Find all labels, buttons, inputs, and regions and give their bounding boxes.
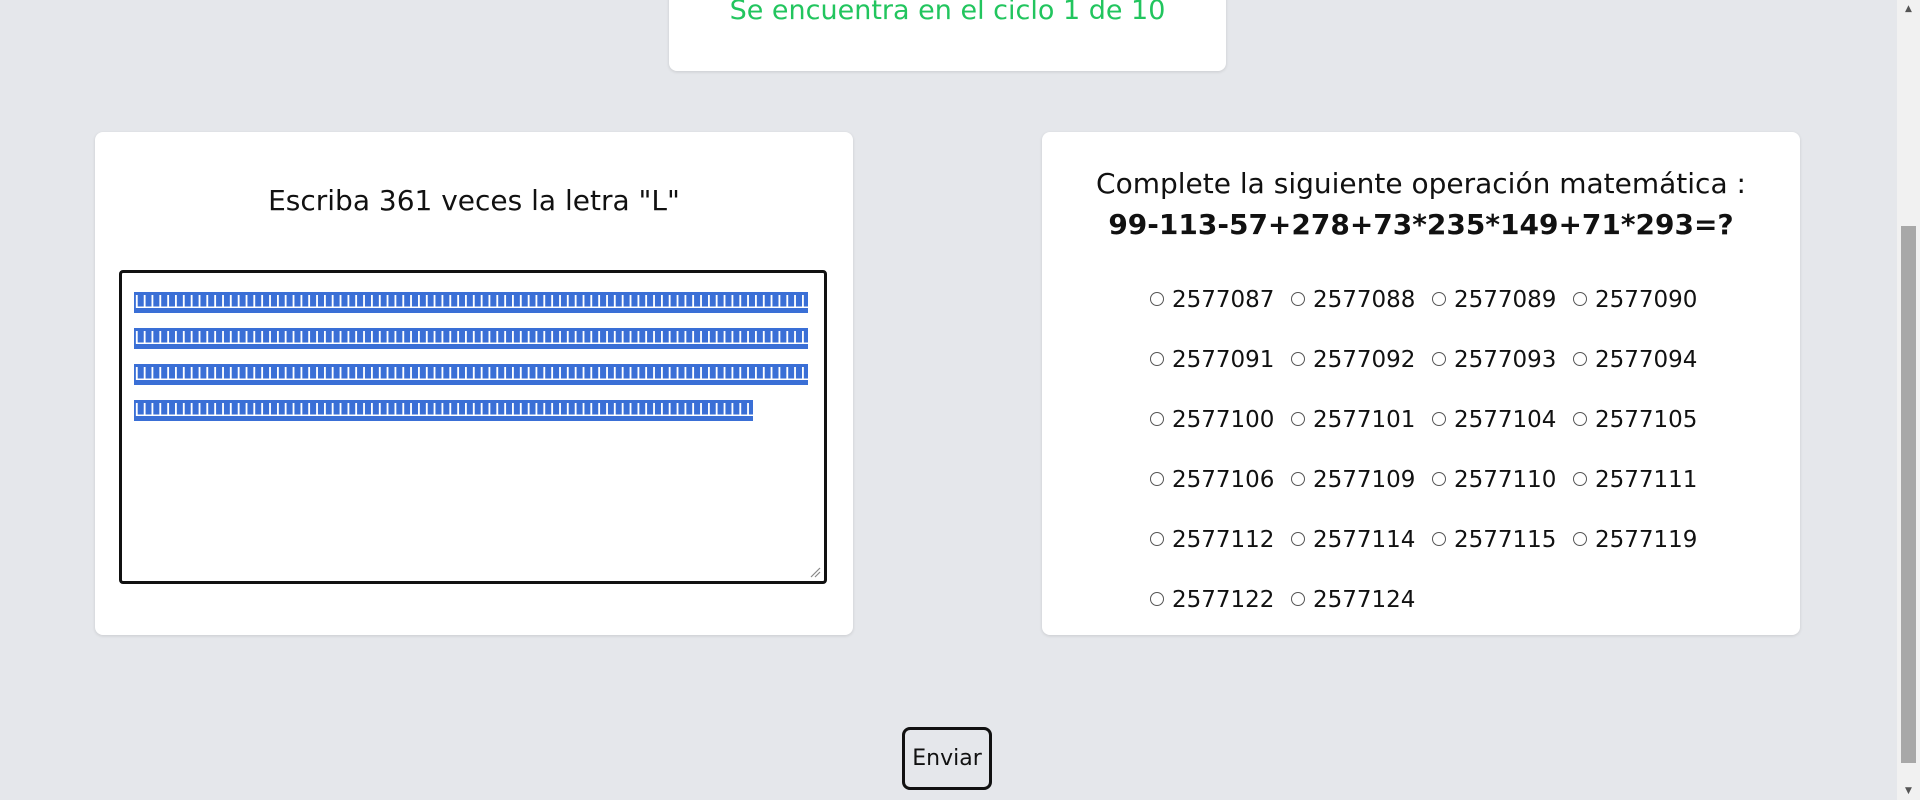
- answer-option[interactable]: 2577124: [1291, 570, 1432, 630]
- answer-option[interactable]: 2577115: [1432, 510, 1573, 570]
- answer-option[interactable]: 2577106: [1150, 450, 1291, 510]
- radio-button[interactable]: [1432, 411, 1446, 426]
- answer-option-label: 2577100: [1172, 407, 1275, 433]
- scroll-thumb[interactable]: [1901, 226, 1916, 763]
- answer-option-label: 2577124: [1313, 587, 1416, 613]
- answer-option-label: 2577110: [1454, 467, 1557, 493]
- vertical-scrollbar[interactable]: ▲ ▼: [1897, 0, 1920, 800]
- answer-option[interactable]: 2577104: [1432, 390, 1573, 450]
- letters-textarea[interactable]: LLLLLLLLLLLLLLLLLLLLLLLLLLLLLLLLLLLLLLLL…: [119, 270, 827, 584]
- answer-option[interactable]: 2577105: [1573, 390, 1714, 450]
- radio-button[interactable]: [1291, 471, 1305, 486]
- radio-button[interactable]: [1150, 471, 1164, 486]
- answer-option[interactable]: 2577092: [1291, 330, 1432, 390]
- answer-option[interactable]: 2577101: [1291, 390, 1432, 450]
- typing-task-card: Escriba 361 veces la letra "L" LLLLLLLLL…: [95, 132, 853, 635]
- radio-button[interactable]: [1291, 411, 1305, 426]
- submit-button[interactable]: Enviar: [902, 727, 992, 790]
- answer-option[interactable]: 2577119: [1573, 510, 1714, 570]
- radio-button[interactable]: [1150, 531, 1164, 546]
- answer-option-label: 2577111: [1595, 467, 1698, 493]
- answer-option[interactable]: 2577093: [1432, 330, 1573, 390]
- answer-option-label: 2577090: [1595, 287, 1698, 313]
- answer-option[interactable]: 2577100: [1150, 390, 1291, 450]
- typing-instruction: Escriba 361 veces la letra "L": [268, 184, 680, 217]
- textarea-text[interactable]: LLLLLLLLLLLLLLLLLLLLLLLLLLLLLLLLLLLLLLLL…: [134, 285, 814, 429]
- answer-option[interactable]: 2577091: [1150, 330, 1291, 390]
- answer-option[interactable]: 2577111: [1573, 450, 1714, 510]
- answer-option-label: 2577104: [1454, 407, 1557, 433]
- answer-options: 2577087 2577088 2577089 2577090 2577091 25770…: [1150, 270, 1750, 630]
- answer-option-label: 2577089: [1454, 287, 1557, 313]
- answer-option-label: 2577091: [1172, 347, 1275, 373]
- radio-button[interactable]: [1291, 531, 1305, 546]
- radio-button[interactable]: [1291, 591, 1305, 606]
- math-task-card: Complete la siguiente operación matemáti…: [1042, 132, 1800, 635]
- answer-option-label: 2577094: [1595, 347, 1698, 373]
- answer-option-label: 2577112: [1172, 527, 1275, 553]
- up-arrow-icon[interactable]: ▲: [1897, 0, 1920, 18]
- answer-option-label: 2577119: [1595, 527, 1698, 553]
- answer-option-label: 2577087: [1172, 287, 1275, 313]
- answer-option-label: 2577088: [1313, 287, 1416, 313]
- math-instruction: Complete la siguiente operación matemáti…: [1096, 167, 1746, 200]
- radio-button[interactable]: [1573, 291, 1587, 306]
- radio-button[interactable]: [1432, 471, 1446, 486]
- answer-option[interactable]: 2577087: [1150, 270, 1291, 330]
- answer-option[interactable]: 2577090: [1573, 270, 1714, 330]
- radio-button[interactable]: [1573, 351, 1587, 366]
- radio-button[interactable]: [1573, 411, 1587, 426]
- radio-button[interactable]: [1150, 411, 1164, 426]
- answer-option-label: 2577114: [1313, 527, 1416, 553]
- textarea-selected-text: LLLLLLLLLLLLLLLLLLLLLLLLLLLLLLLLLLLLLLLL…: [134, 292, 811, 421]
- radio-button[interactable]: [1432, 351, 1446, 366]
- down-arrow-icon[interactable]: ▼: [1897, 782, 1920, 800]
- radio-button[interactable]: [1432, 531, 1446, 546]
- answer-option[interactable]: 2577089: [1432, 270, 1573, 330]
- answer-option-label: 2577092: [1313, 347, 1416, 373]
- resize-grip-icon[interactable]: [809, 566, 821, 578]
- answer-option-label: 2577101: [1313, 407, 1416, 433]
- answer-option-label: 2577109: [1313, 467, 1416, 493]
- radio-button[interactable]: [1150, 351, 1164, 366]
- answer-option[interactable]: 2577094: [1573, 330, 1714, 390]
- cycle-card: Se encuentra en el ciclo 1 de 10: [669, 0, 1226, 71]
- answer-option[interactable]: 2577112: [1150, 510, 1291, 570]
- radio-button[interactable]: [1291, 351, 1305, 366]
- radio-button[interactable]: [1150, 591, 1164, 606]
- radio-button[interactable]: [1573, 471, 1587, 486]
- cycle-status-text: Se encuentra en el ciclo 1 de 10: [729, 0, 1166, 26]
- math-expression: 99-113-57+278+73*235*149+71*293=?: [1108, 208, 1734, 241]
- answer-option[interactable]: 2577109: [1291, 450, 1432, 510]
- answer-option-label: 2577093: [1454, 347, 1557, 373]
- answer-option[interactable]: 2577110: [1432, 450, 1573, 510]
- answer-option-label: 2577115: [1454, 527, 1557, 553]
- answer-option[interactable]: 2577114: [1291, 510, 1432, 570]
- radio-button[interactable]: [1432, 291, 1446, 306]
- answer-option[interactable]: 2577122: [1150, 570, 1291, 630]
- answer-option-label: 2577105: [1595, 407, 1698, 433]
- radio-button[interactable]: [1291, 291, 1305, 306]
- answer-option-label: 2577106: [1172, 467, 1275, 493]
- radio-button[interactable]: [1573, 531, 1587, 546]
- answer-option[interactable]: 2577088: [1291, 270, 1432, 330]
- answer-option-label: 2577122: [1172, 587, 1275, 613]
- radio-button[interactable]: [1150, 291, 1164, 306]
